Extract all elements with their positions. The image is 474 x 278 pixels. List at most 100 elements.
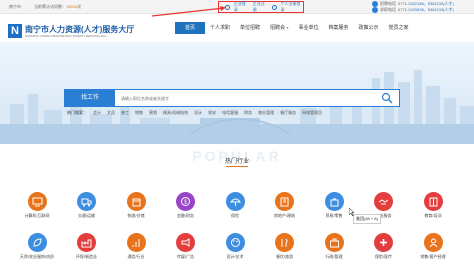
industry-label: 保险/医疗 — [374, 254, 393, 259]
find-job-button[interactable]: 找工作 — [65, 90, 115, 106]
visit-count: 15644 — [66, 4, 78, 9]
industry-tile[interactable]: 通信/行业 — [113, 233, 159, 260]
user-icon — [271, 4, 277, 10]
job-search-box: 找工作 — [64, 89, 400, 107]
industry-badge: $ — [176, 192, 195, 211]
enterprise-login-link[interactable]: 企业登录 — [234, 1, 249, 13]
keyword-link[interactable]: 设计 — [194, 110, 202, 116]
keyword-link[interactable]: 餐厅服务 — [280, 110, 296, 116]
computer-icon — [32, 197, 42, 207]
industry-label: 房地产/建筑 — [273, 213, 296, 218]
industry-tile[interactable]: 交通/运输 — [64, 192, 110, 219]
coin-icon: $ — [181, 197, 190, 206]
keyword-link[interactable]: 营销 — [149, 110, 157, 116]
industry-tile[interactable]: 行政/管理 — [311, 233, 357, 260]
nav-recruitment[interactable]: 单位招聘 — [235, 22, 265, 34]
industry-label: 通信/行业 — [127, 254, 145, 259]
section-title: 热门行业 — [224, 159, 249, 165]
search-icon[interactable] — [381, 92, 393, 104]
industry-badge — [275, 233, 294, 252]
keyword-link[interactable]: 模具/机械结构 — [163, 110, 188, 116]
industry-tile[interactable]: 教育/培训 — [410, 192, 456, 219]
enterprise-register-link[interactable]: 企业注册 — [253, 1, 268, 13]
industry-label: 物流/仓储 — [127, 213, 145, 218]
industry-label: 餐饮/旅游 — [275, 254, 294, 259]
handshake-icon — [378, 199, 389, 205]
phone-icon — [372, 7, 378, 13]
industry-badge — [27, 233, 47, 252]
industry-tile[interactable]: 天然/农业服饰/纺织 — [14, 233, 60, 260]
nav-party-home[interactable]: 党员之家 — [384, 22, 414, 34]
industry-tile[interactable]: 环保/制造业 — [64, 233, 110, 260]
keyword-link[interactable]: 文员 — [107, 110, 115, 116]
umbrella-icon — [229, 198, 241, 206]
mouse-cursor-icon — [349, 208, 354, 216]
palette-icon — [230, 238, 240, 247]
user-icon — [429, 238, 437, 248]
industry-label: 计算机/互联网 — [24, 213, 50, 218]
industry-badge — [423, 233, 443, 252]
nav-public-institution[interactable]: 事业单位 — [293, 22, 323, 34]
keyword-link[interactable]: 会计 — [93, 110, 101, 116]
industry-badge — [77, 192, 96, 211]
visit-counter: 当前累计访问数：15644次 — [34, 4, 82, 9]
tooltip: 美团(All + A) — [353, 214, 382, 224]
briefcase-icon — [329, 238, 339, 248]
industry-label: 金融/财务 — [176, 213, 195, 218]
industry-tile[interactable]: 传媒/广告 — [163, 233, 209, 260]
keyword-link[interactable]: 物业管理 — [258, 110, 274, 116]
medical-icon — [380, 239, 387, 246]
logo-mark[interactable]: N — [8, 24, 22, 38]
industry-tile[interactable]: 销售/客户经理 — [410, 233, 456, 260]
industry-label: 环保/制造业 — [75, 254, 98, 259]
bag-icon — [330, 198, 338, 207]
industry-badge — [374, 192, 393, 211]
industry-badge — [126, 233, 146, 252]
account-links: 企业登录 企业注册 个人注册登录 — [218, 1, 304, 13]
nav-policy[interactable]: 政策公示 — [353, 22, 383, 34]
keyword-link[interactable]: 保安 — [208, 110, 216, 116]
industry-badge — [423, 192, 443, 211]
industry-label: 销售/客户经理 — [420, 254, 446, 259]
industry-label: 教育/培训 — [424, 213, 442, 218]
signal-icon — [132, 239, 139, 247]
industry-badge — [77, 233, 96, 252]
nav-archive-service[interactable]: 档案服务 — [323, 22, 353, 34]
city-selector[interactable]: 南宁市 — [9, 4, 21, 10]
industry-badge — [275, 192, 294, 211]
industry-label: 天然/农业服饰/纺织 — [19, 254, 55, 259]
keyword-link[interactable]: 财务 — [244, 110, 252, 116]
industry-tile[interactable]: 保险 — [212, 192, 258, 219]
industry-badge — [27, 192, 47, 211]
hot-keywords-label: 热门搜索： — [67, 110, 87, 115]
personal-login-link[interactable]: 个人注册登录 — [281, 1, 303, 13]
truck-icon — [81, 198, 92, 207]
section-underline — [226, 166, 248, 167]
industry-badge — [225, 192, 245, 211]
search-input[interactable] — [121, 92, 371, 104]
hotline-info: 招聘电话 0771-2422186、5381132(人才) 求职电话 0771-24… — [372, 1, 454, 13]
industry-tile[interactable]: 房地产/建筑 — [262, 192, 308, 219]
industry-badge — [374, 233, 393, 252]
industry-tile[interactable]: 餐饮/旅游 — [262, 233, 308, 260]
keyword-link[interactable]: 普工 — [121, 110, 129, 116]
industry-badge — [176, 233, 195, 252]
chevron-down-icon: ▾ — [286, 25, 289, 30]
industry-label: 设计/艺术 — [226, 254, 244, 259]
nav-job-fair[interactable]: 招聘会 ▾ — [265, 22, 293, 34]
book-icon — [429, 197, 437, 207]
svg-text:$: $ — [184, 200, 187, 206]
industry-tile[interactable]: $ 金融/财务 — [163, 192, 209, 219]
keyword-link[interactable]: 销售 — [135, 110, 143, 116]
keyword-link[interactable]: 网络管理员 — [302, 110, 322, 116]
site-subtitle: NANNING HUMAN RESOURCES (TALENT) SERVICE… — [25, 34, 107, 38]
industry-tile[interactable]: 保险/医疗 — [361, 233, 407, 260]
nav-job-seeking[interactable]: 个人求职 — [205, 22, 235, 34]
nav-home[interactable]: 首页 — [175, 22, 205, 34]
factory-icon — [81, 239, 92, 248]
industry-tile[interactable]: 计算机/互联网 — [14, 192, 60, 219]
keyword-link[interactable]: 电话客服 — [222, 110, 238, 116]
industry-tile[interactable]: 物流/仓储 — [113, 192, 159, 219]
industry-label: 保险 — [231, 213, 239, 218]
industry-tile[interactable]: 设计/艺术 — [212, 233, 258, 260]
